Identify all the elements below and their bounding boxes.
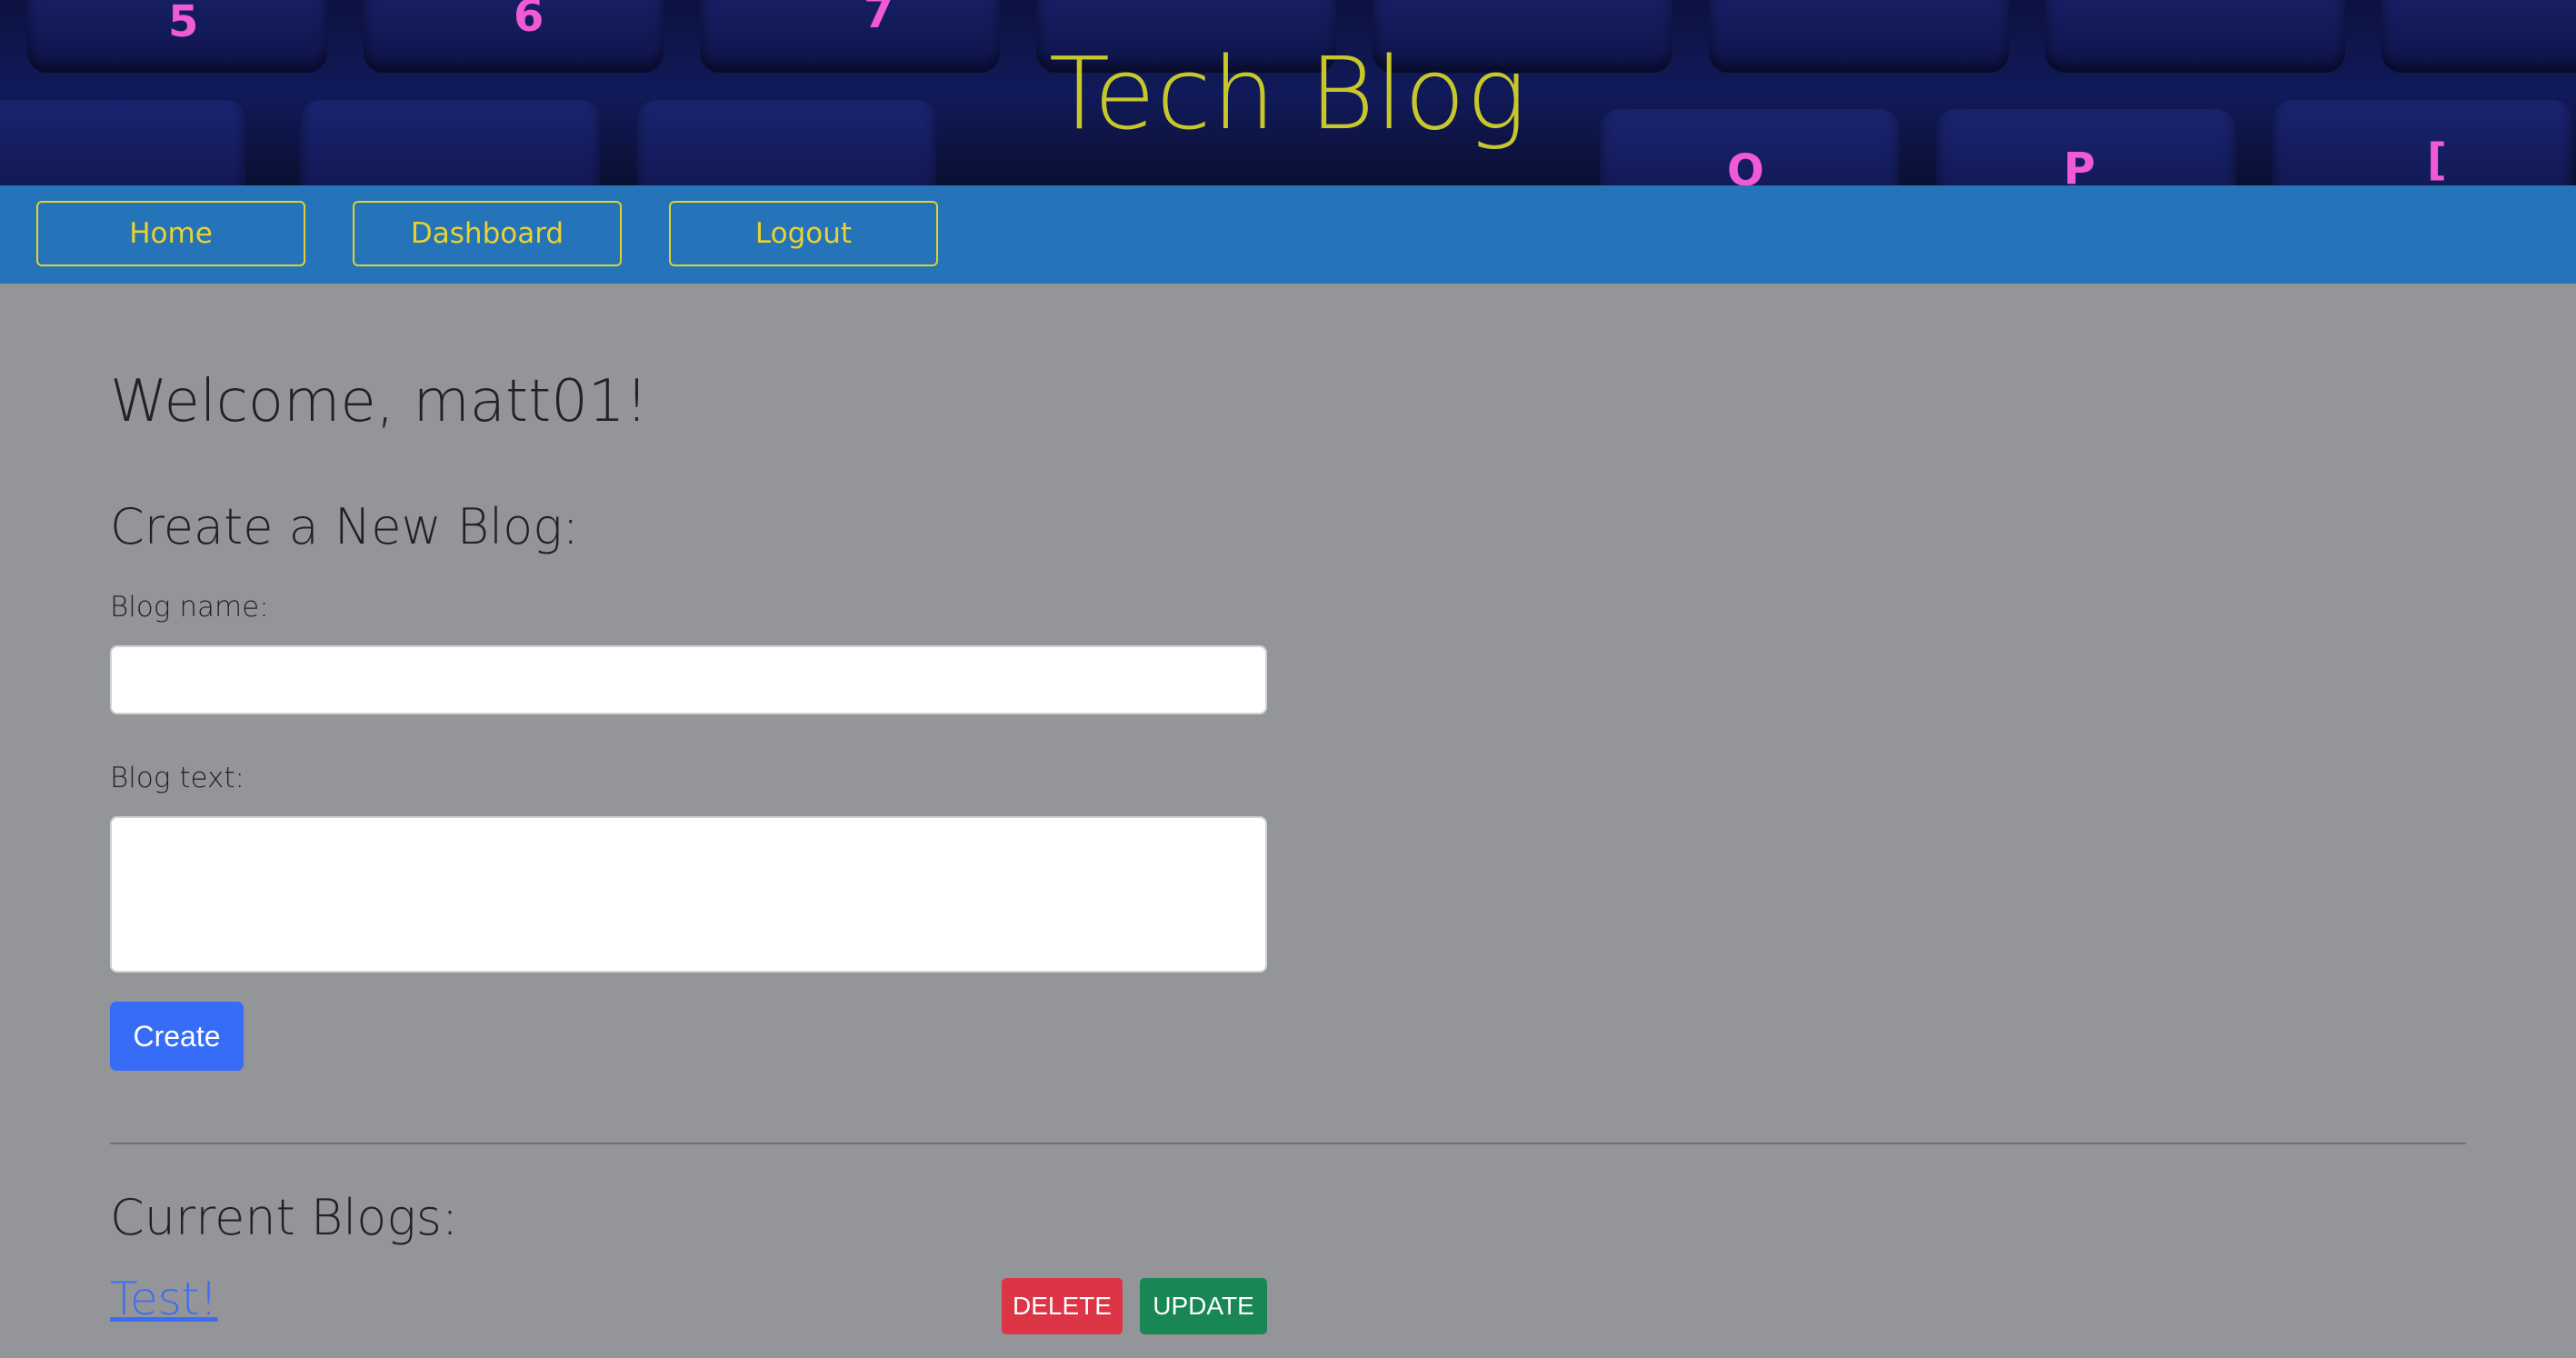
section-divider bbox=[110, 1143, 2466, 1144]
blog-text-label: Blog text: bbox=[110, 762, 245, 794]
blog-text-textarea[interactable] bbox=[110, 816, 1267, 973]
navbar: Home Dashboard Logout bbox=[0, 185, 2576, 284]
nav-logout-button[interactable]: Logout bbox=[669, 201, 938, 266]
nav-dashboard-button[interactable]: Dashboard bbox=[353, 201, 622, 266]
blog-title-link[interactable]: Test! bbox=[110, 1273, 218, 1325]
create-blog-heading: Create a New Blog: bbox=[110, 498, 579, 555]
update-button[interactable]: UPDATE bbox=[1140, 1278, 1267, 1334]
create-button[interactable]: Create bbox=[110, 1002, 244, 1071]
blog-name-label: Blog name: bbox=[110, 591, 269, 624]
nav-home-button[interactable]: Home bbox=[36, 201, 305, 266]
header-banner: 5 6 7 O P [ Tech Blog bbox=[0, 0, 2576, 185]
welcome-heading: Welcome, matt01! bbox=[110, 368, 649, 435]
current-blogs-heading: Current Blogs: bbox=[110, 1189, 459, 1246]
delete-button[interactable]: DELETE bbox=[1002, 1278, 1123, 1334]
site-title: Tech Blog bbox=[1048, 35, 1528, 152]
blog-name-input[interactable] bbox=[110, 645, 1267, 714]
